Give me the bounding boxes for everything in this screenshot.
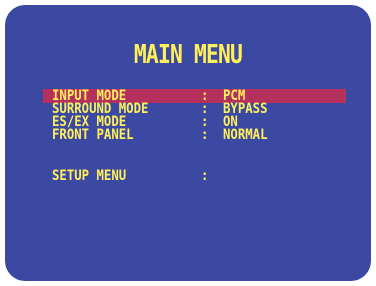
- menu-item-separator: :: [201, 168, 209, 184]
- menu-item-separator: :: [201, 127, 209, 143]
- menu-item-setup-menu[interactable]: SETUP MENU :: [5, 169, 371, 183]
- menu-item-label: FRONT PANEL: [52, 127, 134, 143]
- menu-item-front-panel[interactable]: FRONT PANEL : NORMAL: [5, 128, 371, 142]
- menu-title: MAIN MENU: [133, 40, 243, 70]
- osd-screen: MAIN MENU INPUT MODE : PCM SURROUND MODE…: [5, 5, 371, 281]
- menu-item-label: SETUP MENU: [52, 168, 127, 184]
- menu-item-value: NORMAL: [223, 127, 268, 143]
